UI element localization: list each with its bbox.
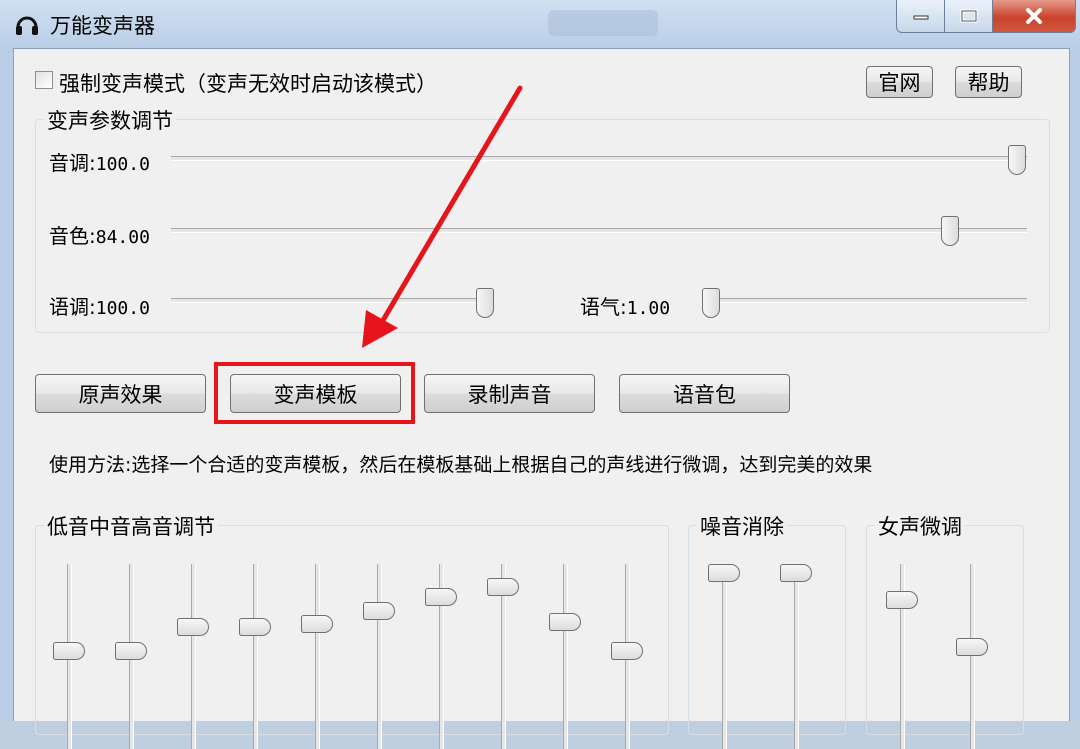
close-icon xyxy=(1026,8,1042,24)
noise-slider-thumb-2[interactable] xyxy=(780,564,812,582)
usage-text: 使用方法:选择一个合适的变声模板，然后在模板基础上根据自己的声线进行微调，达到完… xyxy=(49,454,873,476)
pitch-slider-thumb[interactable] xyxy=(1008,145,1026,175)
eq-slider-track-5[interactable] xyxy=(315,564,320,749)
eq-slider-thumb-6[interactable] xyxy=(363,601,395,620)
tone-slider-track[interactable] xyxy=(704,298,1027,303)
minimize-button[interactable] xyxy=(896,0,945,33)
maximize-icon xyxy=(960,9,977,23)
timbre-slider-track[interactable] xyxy=(171,228,1027,233)
female-slider-thumb-1[interactable] xyxy=(886,591,918,609)
tone-label: 语气:1.00 xyxy=(580,295,671,319)
noise-slider-track-2[interactable] xyxy=(794,564,799,749)
eq-slider-thumb-7[interactable] xyxy=(425,588,457,607)
maximize-button[interactable] xyxy=(945,0,993,33)
intonation-slider-thumb[interactable] xyxy=(476,288,494,318)
noise-group xyxy=(688,525,846,735)
pitch-label: 音调:100.0 xyxy=(49,151,150,175)
voice-pack-button[interactable]: 语音包 xyxy=(619,374,790,413)
website-button[interactable]: 官网 xyxy=(866,66,933,98)
eq-slider-thumb-1[interactable] xyxy=(53,642,85,661)
noise-group-title: 噪音消除 xyxy=(697,511,787,541)
eq-slider-thumb-10[interactable] xyxy=(611,642,643,661)
timbre-slider-thumb[interactable] xyxy=(941,216,959,246)
pitch-slider-track[interactable] xyxy=(171,156,1027,161)
eq-slider-thumb-9[interactable] xyxy=(549,612,581,631)
params-group-title: 变声参数调节 xyxy=(44,105,176,135)
tone-slider-thumb[interactable] xyxy=(702,288,720,318)
intonation-label: 语调:100.0 xyxy=(49,295,150,319)
intonation-slider-track[interactable] xyxy=(171,298,493,303)
female-group xyxy=(866,525,1024,735)
timbre-label: 音色:84.00 xyxy=(49,224,150,248)
help-button[interactable]: 帮助 xyxy=(955,66,1022,98)
eq-slider-thumb-4[interactable] xyxy=(239,618,271,636)
window-title: 万能变声器 xyxy=(50,14,155,38)
headphones-icon xyxy=(16,16,38,35)
female-slider-thumb-2[interactable] xyxy=(956,638,988,657)
eq-slider-thumb-5[interactable] xyxy=(301,615,333,634)
blurred-tab xyxy=(548,10,658,36)
original-voice-button[interactable]: 原声效果 xyxy=(35,374,206,413)
minimize-icon xyxy=(913,15,928,20)
eq-slider-track-4[interactable] xyxy=(253,564,258,749)
window-controls xyxy=(896,0,1076,34)
female-group-title: 女声微调 xyxy=(875,511,965,541)
record-voice-button[interactable]: 录制声音 xyxy=(424,374,595,413)
eq-slider-track-3[interactable] xyxy=(191,564,196,749)
noise-slider-thumb-1[interactable] xyxy=(708,564,740,582)
eq-slider-thumb-2[interactable] xyxy=(115,642,147,661)
noise-slider-track-1[interactable] xyxy=(722,564,727,749)
force-mode-checkbox[interactable] xyxy=(35,71,53,89)
client-area: 强制变声模式（变声无效时启动该模式） 官网 帮助 变声参数调节 音调:100.0… xyxy=(13,48,1070,749)
eq-slider-track-9[interactable] xyxy=(563,564,568,749)
eq-slider-thumb-3[interactable] xyxy=(177,618,209,636)
force-mode-label: 强制变声模式（变声无效时启动该模式） xyxy=(59,72,437,96)
title-bar[interactable]: 万能变声器 xyxy=(0,0,1080,48)
close-button[interactable] xyxy=(993,0,1076,33)
eq-slider-track-6[interactable] xyxy=(377,564,382,749)
highlight-box xyxy=(214,362,415,424)
eq-slider-thumb-8[interactable] xyxy=(487,577,519,596)
female-slider-track-2[interactable] xyxy=(970,564,975,749)
eq-group-title: 低音中音高音调节 xyxy=(44,511,218,541)
